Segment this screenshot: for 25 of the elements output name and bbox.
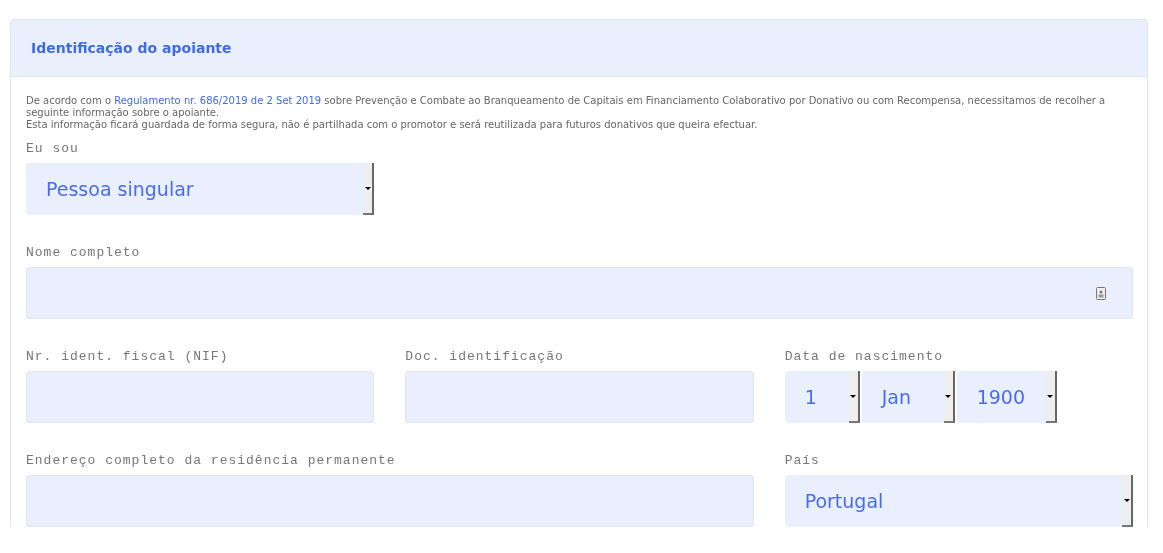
input-field[interactable] <box>26 475 754 527</box>
regulation-link[interactable]: Regulamento nr. 686/2019 de 2 Set 2019 <box>114 95 322 106</box>
select-field[interactable]: 1900 <box>956 371 1057 423</box>
field-label: Doc. identificação <box>405 349 565 365</box>
field-label: Eu sou <box>26 141 80 157</box>
notice-text: Esta informação ficará guardada de forma segura, não é partilhada com o promotor e será reutilizada para futuros donativos que queira efectuar. <box>26 119 759 131</box>
field-label: País <box>784 453 821 469</box>
select-field[interactable]: Jan <box>861 371 955 423</box>
field-label: Nome completo <box>26 245 142 261</box>
notice-text: De acordo com o Regulamento nr. 686/2019 de 2 Set 2019 sobre Prevenção e Combate ao Branqueamento de Capitais em Financiamento Colaborativo por Donativo ou com Recompensa, necessitamos de recolher a seguinte informação sobre o apoiante. <box>26 95 1107 119</box>
field-label: Nr. ident. fiscal (NIF) <box>26 349 230 365</box>
input-field[interactable] <box>26 267 1133 319</box>
select-field[interactable]: Pessoa singular <box>26 163 375 215</box>
select-field[interactable]: 1 <box>784 371 860 423</box>
input-field[interactable] <box>26 371 375 423</box>
select-field[interactable]: Portugal <box>784 475 1133 527</box>
section-title: Identificação do apoiante <box>31 39 232 57</box>
caret-icon <box>945 394 952 398</box>
caret-icon <box>364 186 371 190</box>
caret-icon <box>1047 394 1054 398</box>
caret-icon <box>1123 498 1130 502</box>
field-label: Endereço completo da residência permanente <box>26 453 397 469</box>
field-label: Data de nascimento <box>784 349 945 365</box>
input-field[interactable] <box>405 371 754 423</box>
caret-icon <box>850 394 857 398</box>
